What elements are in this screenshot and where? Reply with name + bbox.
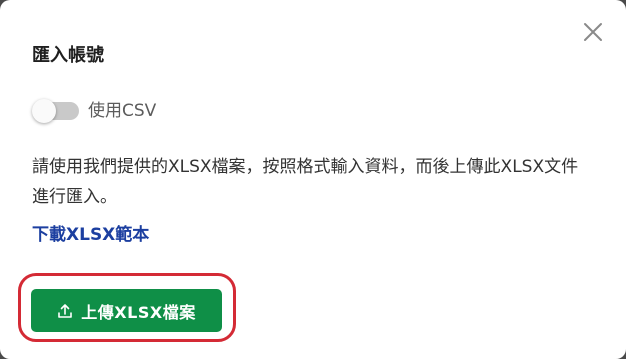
- upload-icon: [57, 303, 73, 319]
- upload-xlsx-button[interactable]: 上傳XLSX檔案: [31, 289, 222, 332]
- instructions-text: 請使用我們提供的XLSX檔案，按照格式輸入資料，而後上傳此XLSX文件進行匯入。: [32, 157, 579, 207]
- close-button[interactable]: [578, 17, 608, 47]
- csv-toggle-label: 使用CSV: [88, 101, 157, 121]
- import-accounts-dialog: 匯入帳號 使用CSV 請使用我們提供的XLSX檔案，按照格式輸入資料，而後上傳此…: [0, 0, 626, 359]
- download-template-link[interactable]: 下載XLSX範本: [32, 222, 149, 248]
- csv-toggle-row: 使用CSV: [32, 97, 156, 125]
- toggle-knob: [32, 99, 56, 123]
- csv-toggle[interactable]: [32, 97, 80, 125]
- close-icon: [584, 23, 602, 41]
- upload-button-label: 上傳XLSX檔案: [81, 302, 196, 322]
- dialog-title: 匯入帳號: [32, 45, 104, 66]
